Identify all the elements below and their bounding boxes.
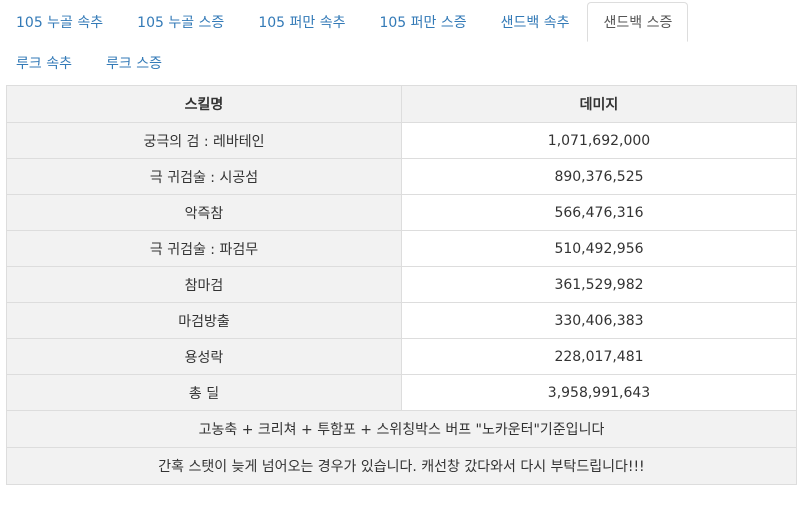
skill-name-cell: 궁극의 검 : 레바테인 — [6, 122, 402, 159]
tab-sandbag-seujeung[interactable]: 샌드백 스증 — [587, 2, 689, 42]
header-damage: 데미지 — [401, 85, 797, 123]
table-row: 참마검 361,529,982 — [6, 266, 797, 303]
table-header-row: 스킬명 데미지 — [6, 85, 797, 123]
note-row: 간혹 스탯이 늦게 넘어오는 경우가 있습니다. 캐선창 갔다와서 다시 부탁드… — [6, 447, 797, 485]
table-row: 극 귀검술 : 시공섬 890,376,525 — [6, 158, 797, 195]
header-skill-name: 스킬명 — [6, 85, 402, 123]
table-row: 궁극의 검 : 레바테인 1,071,692,000 — [6, 122, 797, 159]
total-damage-cell: 3,958,991,643 — [401, 374, 797, 411]
tab-105-peoman-seujeung[interactable]: 105 퍼만 스증 — [363, 2, 482, 42]
stat-delay-notice: 간혹 스탯이 늦게 넘어오는 경우가 있습니다. 캐선창 갔다와서 다시 부탁드… — [6, 447, 797, 485]
damage-cell: 330,406,383 — [401, 302, 797, 339]
table-row: 용성락 228,017,481 — [6, 338, 797, 375]
table-row: 극 귀검술 : 파검무 510,492,956 — [6, 230, 797, 267]
tab-105-peoman-sokchu[interactable]: 105 퍼만 속추 — [242, 2, 361, 42]
damage-cell: 361,529,982 — [401, 266, 797, 303]
tab-row-1: 105 누골 속추 105 누골 스증 105 퍼만 속추 105 퍼만 스증 … — [0, 2, 690, 44]
buff-condition-note: 고농축 + 크리쳐 + 투함포 + 스위칭박스 버프 "노카운터"기준입니다 — [6, 410, 797, 448]
skill-name-cell: 마검방출 — [6, 302, 402, 339]
tab-105-nugol-sokchu[interactable]: 105 누골 속추 — [0, 2, 119, 42]
tab-ruk-seujeung[interactable]: 루크 스증 — [90, 43, 178, 83]
skill-name-cell: 참마검 — [6, 266, 402, 303]
total-label-cell: 총 딜 — [6, 374, 402, 411]
tab-105-nugol-seujeung[interactable]: 105 누골 스증 — [121, 2, 240, 42]
table-row: 마검방출 330,406,383 — [6, 302, 797, 339]
skill-name-cell: 악즉참 — [6, 194, 402, 231]
table-row: 악즉참 566,476,316 — [6, 194, 797, 231]
note-row: 고농축 + 크리쳐 + 투함포 + 스위칭박스 버프 "노카운터"기준입니다 — [6, 410, 797, 448]
damage-cell: 510,492,956 — [401, 230, 797, 267]
damage-table: 스킬명 데미지 궁극의 검 : 레바테인 1,071,692,000 극 귀검술… — [6, 85, 797, 485]
skill-name-cell: 극 귀검술 : 시공섬 — [6, 158, 402, 195]
total-row: 총 딜 3,958,991,643 — [6, 374, 797, 411]
damage-cell: 1,071,692,000 — [401, 122, 797, 159]
tab-sandbag-sokchu[interactable]: 샌드백 속추 — [485, 2, 586, 42]
skill-name-cell: 용성락 — [6, 338, 402, 375]
tab-ruk-sokchu[interactable]: 루크 속추 — [0, 43, 88, 83]
damage-cell: 228,017,481 — [401, 338, 797, 375]
skill-name-cell: 극 귀검술 : 파검무 — [6, 230, 402, 267]
damage-cell: 566,476,316 — [401, 194, 797, 231]
damage-cell: 890,376,525 — [401, 158, 797, 195]
tab-row-2: 루크 속추 루크 스증 — [0, 43, 180, 85]
tab-navigation: 105 누골 속추 105 누골 스증 105 퍼만 속추 105 퍼만 스증 … — [0, 0, 800, 86]
